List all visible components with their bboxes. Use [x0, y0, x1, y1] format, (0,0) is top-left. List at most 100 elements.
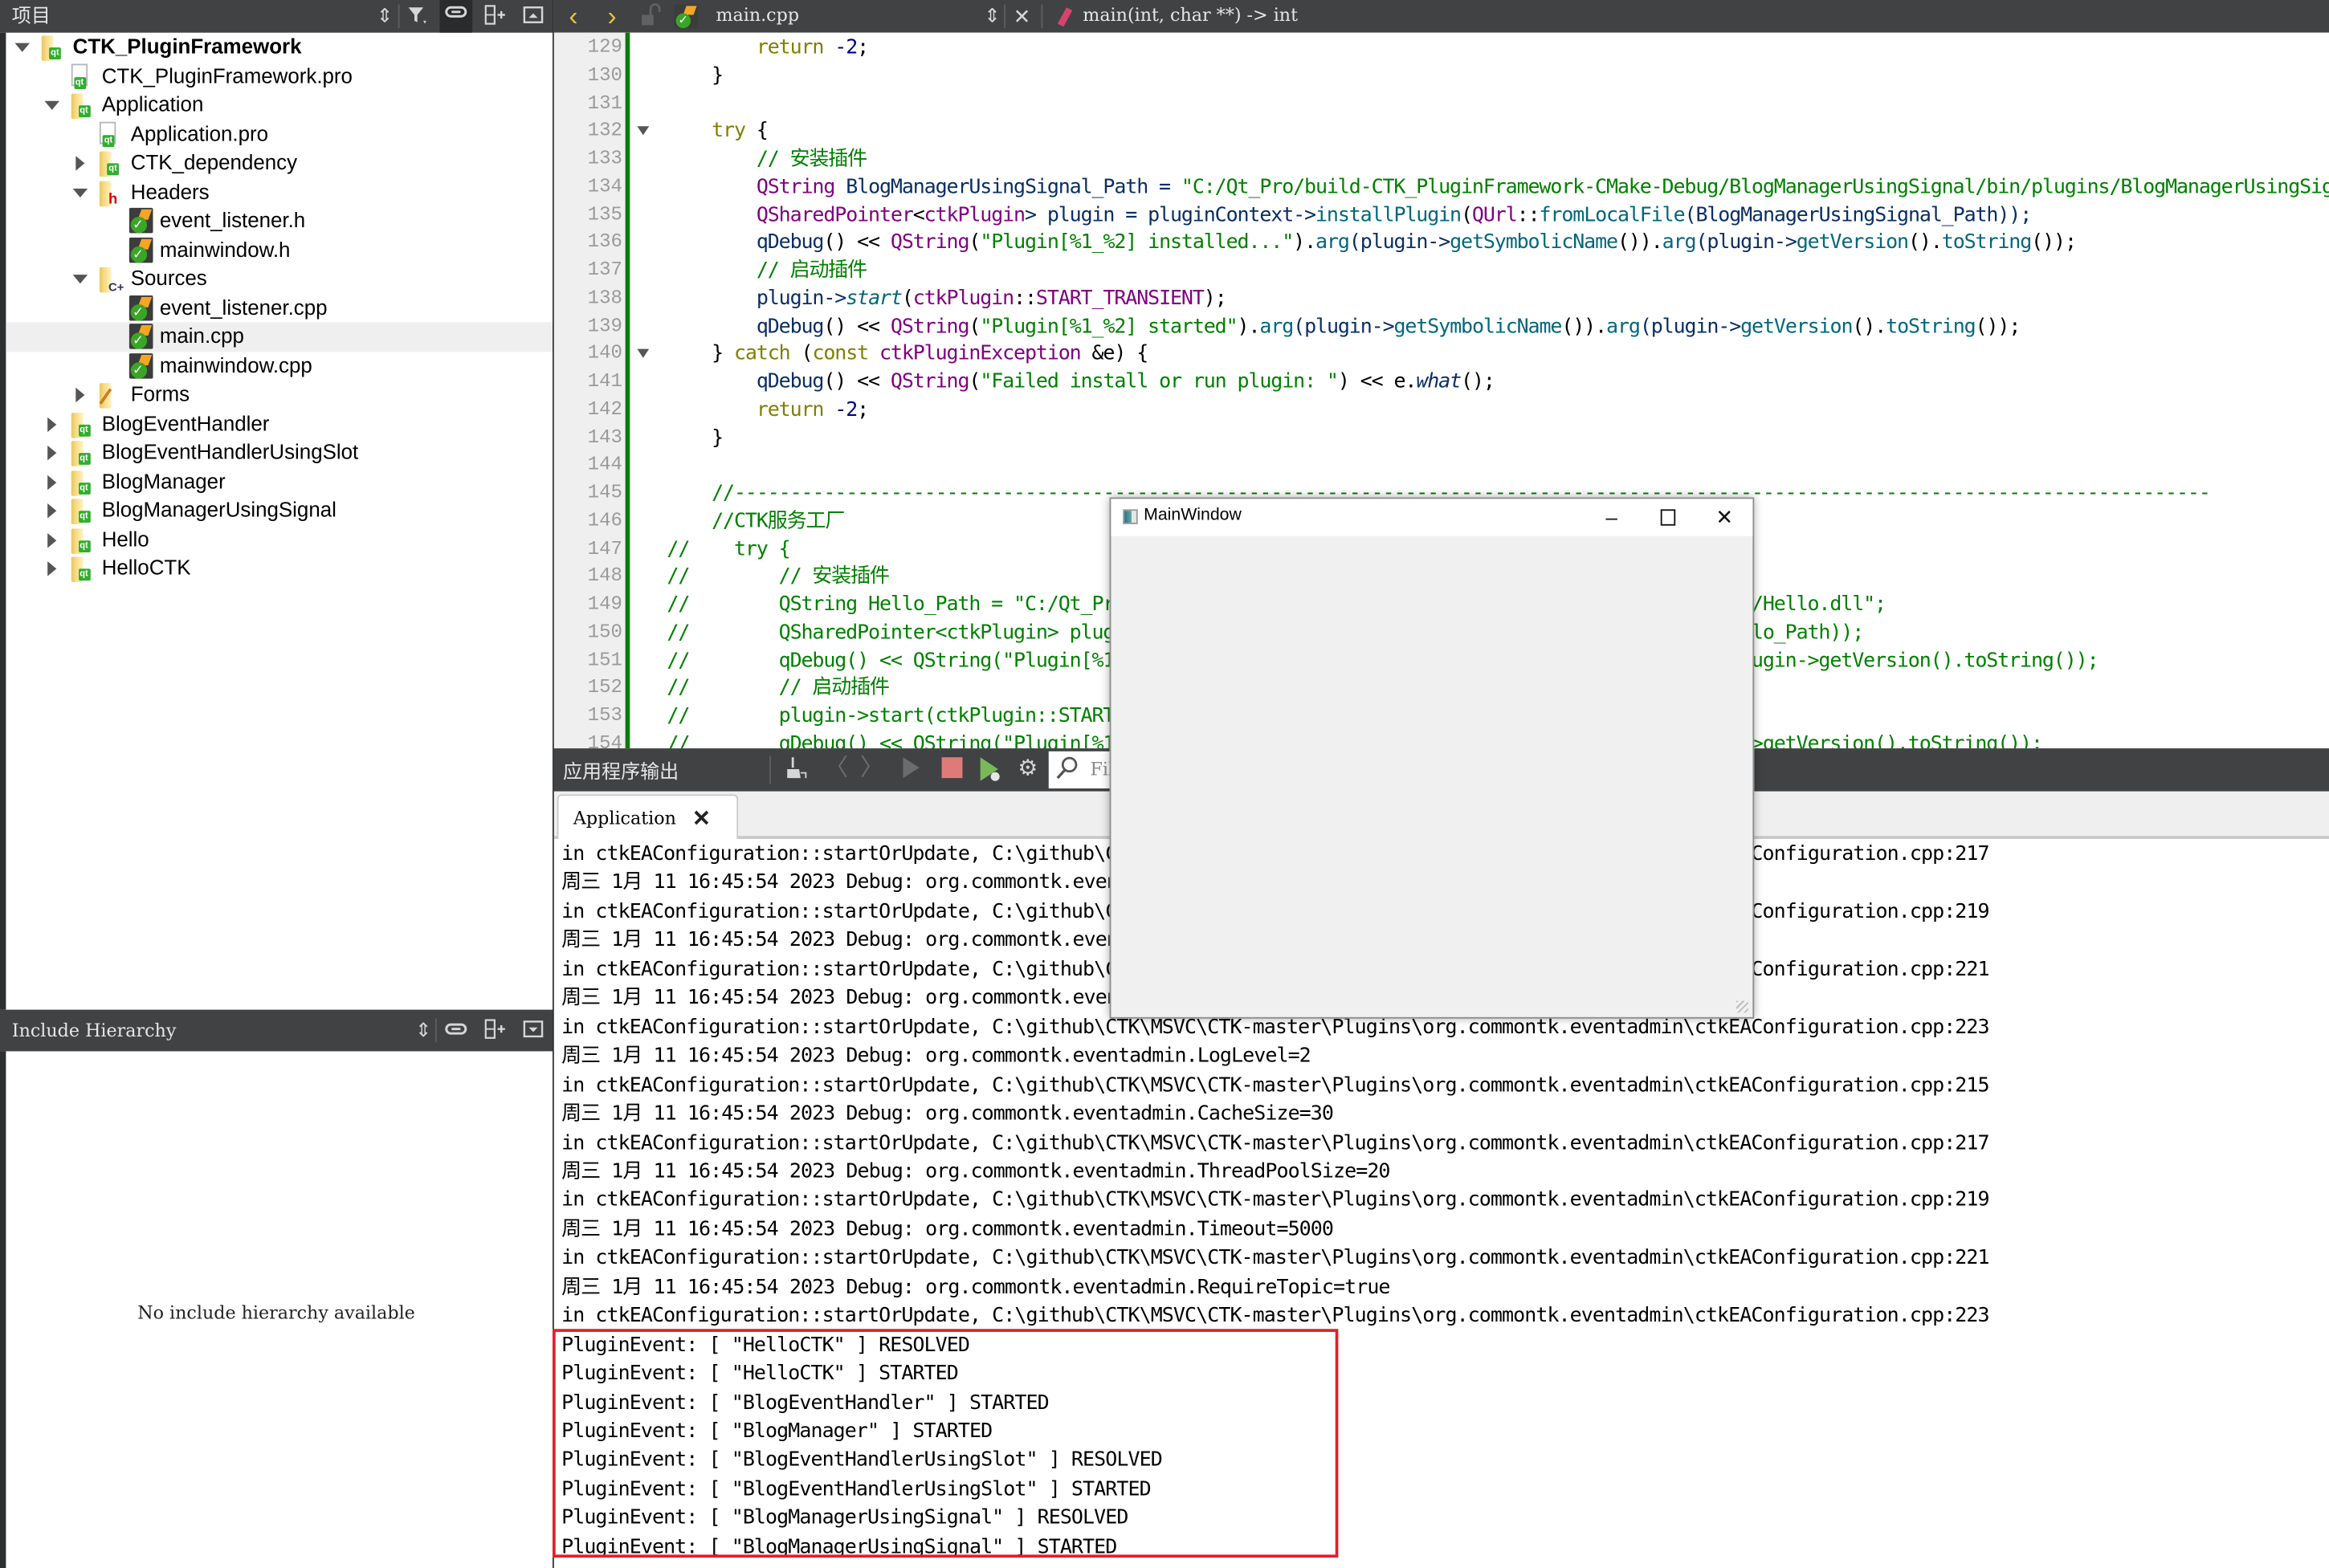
stop-icon[interactable]: [939, 755, 965, 782]
line-number: 133: [587, 147, 622, 169]
sync-link-icon[interactable]: [439, 0, 473, 33]
code-line: 131: [554, 90, 2329, 118]
tree-item[interactable]: ✓ event_listener.cpp: [6, 293, 553, 322]
tree-item[interactable]: ✓ mainwindow.h: [6, 235, 553, 264]
line-number: 135: [587, 202, 622, 226]
minimize-button[interactable]: –: [1584, 499, 1640, 536]
go-forward-icon[interactable]: ›: [598, 3, 625, 30]
tree-item-label: Forms: [130, 381, 190, 405]
tree-item[interactable]: ✓ mainwindow.cpp: [6, 351, 553, 380]
expand-arrow-down-icon[interactable]: [43, 100, 59, 110]
tree-item-label: event_listener.cpp: [159, 295, 328, 319]
mainwindow-titlebar[interactable]: MainWindow – ✕: [1111, 499, 1753, 536]
toolbar-separator: [434, 1018, 437, 1043]
tree-item[interactable]: qt Application: [6, 91, 553, 120]
expand-arrow-right-icon[interactable]: [75, 387, 85, 403]
close-pane-icon[interactable]: [520, 3, 546, 30]
expand-arrow-down-icon[interactable]: [14, 43, 30, 52]
close-document-icon[interactable]: ✕: [1009, 3, 1035, 30]
tree-item[interactable]: qt CTK_PluginFramework.pro: [6, 62, 553, 91]
qt-folder-icon: qt: [70, 468, 95, 495]
go-back-icon[interactable]: ‹: [560, 3, 586, 30]
expand-arrow-right-icon[interactable]: [47, 503, 56, 519]
expand-arrow-right-icon[interactable]: [47, 474, 56, 490]
tree-item[interactable]: qt BlogManagerUsingSignal: [6, 496, 553, 525]
resize-grip[interactable]: [1736, 1000, 1748, 1013]
expand-arrow-down-icon[interactable]: [72, 187, 88, 198]
close-button[interactable]: ✕: [1696, 499, 1752, 536]
sources-folder-icon: C+: [99, 266, 124, 294]
cpp-file-icon: ✓: [128, 207, 153, 234]
close-pane-icon[interactable]: [520, 1017, 546, 1044]
line-number: 137: [587, 258, 622, 281]
code-line: 130 }: [554, 62, 2329, 90]
line-number: 132: [587, 119, 622, 142]
expand-arrow-right-icon[interactable]: [47, 416, 56, 432]
tree-item-label: BlogManager: [101, 468, 226, 493]
maximize-icon: [1660, 509, 1676, 526]
tree-item[interactable]: qt Hello: [6, 525, 553, 554]
code-line: 132 try {: [554, 118, 2329, 146]
log-line: in ctkEAConfiguration::startOrUpdate, C:…: [561, 1130, 1989, 1155]
tree-item[interactable]: qt BlogEventHandler: [6, 409, 553, 438]
editor-toolbar: ‹ › ✓ main.cpp ⇕ ✕ main(int, char **) ->…: [553, 0, 2329, 33]
next-item-icon[interactable]: 〉: [859, 755, 885, 782]
tree-item[interactable]: qt HelloCTK: [6, 554, 553, 583]
view-selector-updown-icon[interactable]: ⇕: [371, 3, 398, 30]
current-file-name[interactable]: main.cpp: [716, 5, 799, 26]
qt-folder-icon: qt: [70, 439, 95, 466]
tree-item[interactable]: ✓ main.cpp: [6, 322, 553, 352]
code-text: //CTK服务工厂: [712, 508, 845, 533]
tree-item[interactable]: qt CTK_PluginFramework: [6, 33, 553, 62]
tree-item[interactable]: Forms: [6, 380, 553, 409]
symbol-selector[interactable]: main(int, char **) -> int: [1083, 5, 1298, 26]
qt-folder-icon: qt: [41, 35, 66, 61]
file-selector-updown-icon[interactable]: ⇕: [979, 3, 1005, 30]
expand-arrow-right-icon[interactable]: [47, 561, 56, 576]
toolbar-separator: [1004, 4, 1006, 29]
tree-item[interactable]: qt Application.pro: [6, 120, 553, 149]
line-number: 140: [587, 341, 622, 365]
tree-item-label: BlogEventHandlerUsingSlot: [101, 439, 359, 464]
tab-application[interactable]: Application ✕: [557, 794, 739, 841]
settings-gear-icon[interactable]: ⚙: [1014, 755, 1041, 782]
cpp-file-icon: ✓: [128, 295, 153, 320]
view-selector-updown-icon[interactable]: ⇕: [410, 1017, 436, 1044]
debug-run-icon[interactable]: [977, 755, 1004, 782]
tree-item[interactable]: h Headers: [6, 177, 553, 207]
line-number: 152: [587, 675, 622, 698]
tree-item[interactable]: qt BlogManager: [6, 467, 553, 496]
split-add-icon[interactable]: [481, 3, 508, 30]
code-text: qDebug() << QString("Failed install or r…: [756, 369, 1495, 394]
expand-arrow-down-icon[interactable]: [72, 275, 88, 284]
tree-item[interactable]: C+ Sources: [6, 264, 553, 294]
fold-marker-icon[interactable]: [637, 349, 650, 359]
mainwindow-app-window[interactable]: MainWindow – ✕: [1109, 497, 1755, 1019]
rerun-icon[interactable]: [897, 755, 924, 782]
tree-item[interactable]: qt CTK_dependency: [6, 149, 553, 177]
code-line: 134 QString BlogManagerUsingSignal_Path …: [554, 173, 2329, 202]
fold-marker-icon[interactable]: [637, 126, 650, 136]
clean-output-icon[interactable]: [785, 755, 811, 782]
log-line: in ctkEAConfiguration::startOrUpdate, C:…: [561, 1246, 1989, 1270]
tree-item-label: BlogManagerUsingSignal: [101, 497, 337, 522]
code-text: }: [667, 425, 724, 450]
line-number: 144: [587, 453, 622, 476]
qt-pro-file-icon: qt: [70, 63, 95, 89]
include-hierarchy-panel: Include Hierarchy ⇕ No include hierarchy…: [0, 1009, 553, 1568]
expand-arrow-right-icon[interactable]: [47, 445, 56, 461]
headers-folder-icon: h: [99, 179, 124, 207]
split-add-icon[interactable]: [481, 1017, 508, 1044]
log-line: 周三 1月 11 16:45:54 2023 Debug: org.common…: [561, 1275, 1390, 1299]
sync-link-icon[interactable]: [443, 1017, 469, 1044]
previous-item-icon[interactable]: 〈: [823, 755, 850, 782]
maximize-button[interactable]: [1640, 499, 1696, 536]
tree-item[interactable]: qt BlogEventHandlerUsingSlot: [6, 438, 553, 467]
tab-close-icon[interactable]: ✕: [692, 796, 711, 840]
expand-arrow-right-icon[interactable]: [47, 532, 56, 548]
include-hierarchy-title: Include Hierarchy: [11, 1020, 177, 1041]
expand-arrow-right-icon[interactable]: [75, 156, 85, 171]
code-text: qDebug() << QString("Plugin[%1_%2] start…: [756, 314, 2021, 338]
tree-item[interactable]: ✓ event_listener.h: [6, 206, 553, 235]
filter-icon[interactable]: [404, 3, 430, 30]
